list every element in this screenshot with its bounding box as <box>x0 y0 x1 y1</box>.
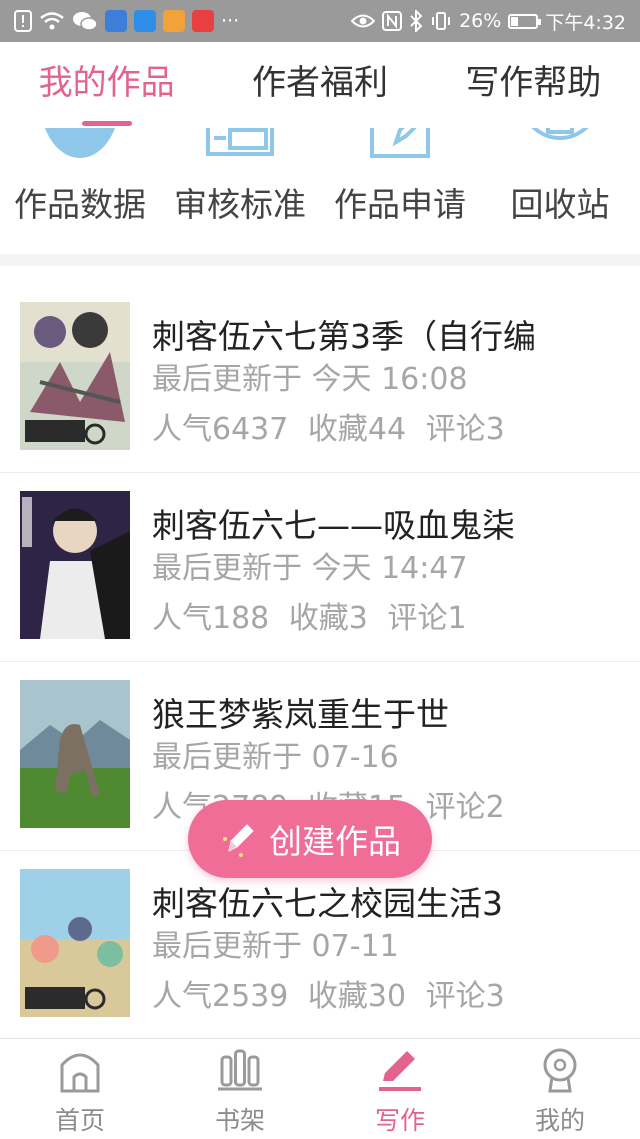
work-cover-image <box>20 302 130 450</box>
bluetooth-icon <box>410 10 423 32</box>
work-popularity: 人气6437 <box>152 412 289 447</box>
nav-profile[interactable]: 我的 <box>480 1039 640 1139</box>
active-tab-indicator <box>81 121 132 126</box>
work-comments: 评论3 <box>425 412 505 447</box>
nav-write[interactable]: 写作 <box>320 1039 480 1139</box>
nav-bookshelf[interactable]: 书架 <box>160 1039 320 1139</box>
alert-icon <box>14 10 32 32</box>
edit-document-icon <box>370 128 430 158</box>
home-icon <box>60 1053 100 1093</box>
tab-my-works[interactable]: 我的作品 <box>0 42 213 128</box>
work-favorites: 收藏3 <box>288 601 368 636</box>
more-icon: ··· <box>221 10 240 32</box>
status-left-icons: ··· <box>14 10 239 32</box>
work-favorites: 收藏44 <box>307 412 407 447</box>
battery-fill <box>511 16 519 26</box>
wifi-icon <box>40 12 64 30</box>
work-comments: 评论1 <box>387 601 467 636</box>
status-bar: ··· 26% 下午4:32 <box>0 0 640 42</box>
work-item[interactable]: 刺客伍六七之校园生活3 最后更新于 07-11 人气2539 收藏30 评论3 <box>0 851 640 1040</box>
tab-my-works-label: 我的作品 <box>38 63 175 103</box>
game-app-icon <box>163 10 185 32</box>
shortcut-work-application-label: 作品申请 <box>334 185 466 224</box>
work-stats: 人气6437 收藏44 评论3 <box>152 404 505 448</box>
work-title: 狼王梦紫岚重生于世 <box>152 695 449 734</box>
shortcut-review-standards[interactable]: 审核标准 <box>160 128 320 254</box>
work-comments: 评论3 <box>425 979 505 1014</box>
work-updated-time: 最后更新于 07-11 <box>152 929 399 964</box>
nav-home-label: 首页 <box>54 1106 105 1135</box>
battery-percent: 26% <box>459 10 502 32</box>
wechat-icon <box>73 12 98 31</box>
work-item[interactable]: 刺客伍六七——吸血鬼柒 最后更新于 今天 14:47 人气188 收藏3 评论1 <box>0 473 640 662</box>
work-stats: 人气188 收藏3 评论1 <box>152 593 467 637</box>
works-list: 刺客伍六七第3季（自行编 最后更新于 今天 16:08 人气6437 收藏44 … <box>0 284 640 1040</box>
work-cover-image <box>20 869 130 1017</box>
nav-bookshelf-label: 书架 <box>214 1106 265 1135</box>
work-popularity: 人气2539 <box>152 979 289 1014</box>
bottom-nav: 首页 书架 写作 我的 <box>0 1038 640 1139</box>
bookshelf-icon <box>218 1049 262 1091</box>
nav-home[interactable]: 首页 <box>0 1039 160 1139</box>
work-cover-image <box>20 680 130 828</box>
shortcut-review-standards-label: 审核标准 <box>174 185 306 224</box>
work-favorites: 收藏30 <box>307 979 407 1014</box>
profile-icon <box>543 1048 577 1093</box>
eye-icon <box>351 14 376 28</box>
pen-icon <box>379 1051 421 1091</box>
work-item[interactable]: 刺客伍六七第3季（自行编 最后更新于 今天 16:08 人气6437 收藏44 … <box>0 284 640 473</box>
work-cover-image <box>20 491 130 639</box>
create-work-label: 创建作品 <box>269 822 401 861</box>
work-comments: 评论2 <box>425 790 505 825</box>
shortcut-work-data-label: 作品数据 <box>14 185 146 224</box>
work-title: 刺客伍六七之校园生活3 <box>152 884 503 923</box>
plane-app-icon <box>134 10 156 32</box>
trash-icon <box>531 128 589 140</box>
cloud-app-icon <box>105 10 127 32</box>
work-title: 刺客伍六七第3季（自行编 <box>152 317 536 356</box>
nfc-icon <box>382 11 403 31</box>
tab-author-benefits-label: 作者福利 <box>251 63 388 103</box>
work-updated-time: 最后更新于 今天 14:47 <box>152 551 468 586</box>
status-right-icons: 26% 下午4:32 <box>351 8 626 35</box>
tab-writing-help-label: 写作帮助 <box>465 63 602 103</box>
nav-profile-label: 我的 <box>534 1106 585 1135</box>
tab-author-benefits[interactable]: 作者福利 <box>213 42 426 128</box>
pencil-icon <box>223 824 254 857</box>
tab-writing-help[interactable]: 写作帮助 <box>427 42 640 128</box>
nav-write-label: 写作 <box>374 1106 425 1135</box>
create-work-button[interactable]: 创建作品 <box>188 800 432 878</box>
store-app-icon <box>192 10 214 32</box>
vibrate-icon <box>432 12 451 30</box>
chart-icon <box>44 128 116 158</box>
shortcut-recycle-bin[interactable]: 回收站 <box>480 128 640 254</box>
shortcut-row: 作品数据 审核标准 作品申请 回收站 <box>0 128 640 254</box>
shortcut-recycle-bin-label: 回收站 <box>510 185 610 224</box>
work-updated-time: 最后更新于 07-16 <box>152 740 399 775</box>
work-stats: 人气2539 收藏30 评论3 <box>152 971 505 1015</box>
clock: 下午4:32 <box>545 11 626 34</box>
review-icon <box>206 128 274 156</box>
work-popularity: 人气188 <box>152 601 270 636</box>
work-updated-time: 最后更新于 今天 16:08 <box>152 362 468 397</box>
battery-icon <box>508 13 542 29</box>
work-title: 刺客伍六七——吸血鬼柒 <box>152 506 515 545</box>
top-tabs: 我的作品 作者福利 写作帮助 <box>0 42 640 129</box>
shortcut-work-data[interactable]: 作品数据 <box>0 128 160 254</box>
shortcut-work-application[interactable]: 作品申请 <box>320 128 480 254</box>
section-divider <box>0 254 640 266</box>
